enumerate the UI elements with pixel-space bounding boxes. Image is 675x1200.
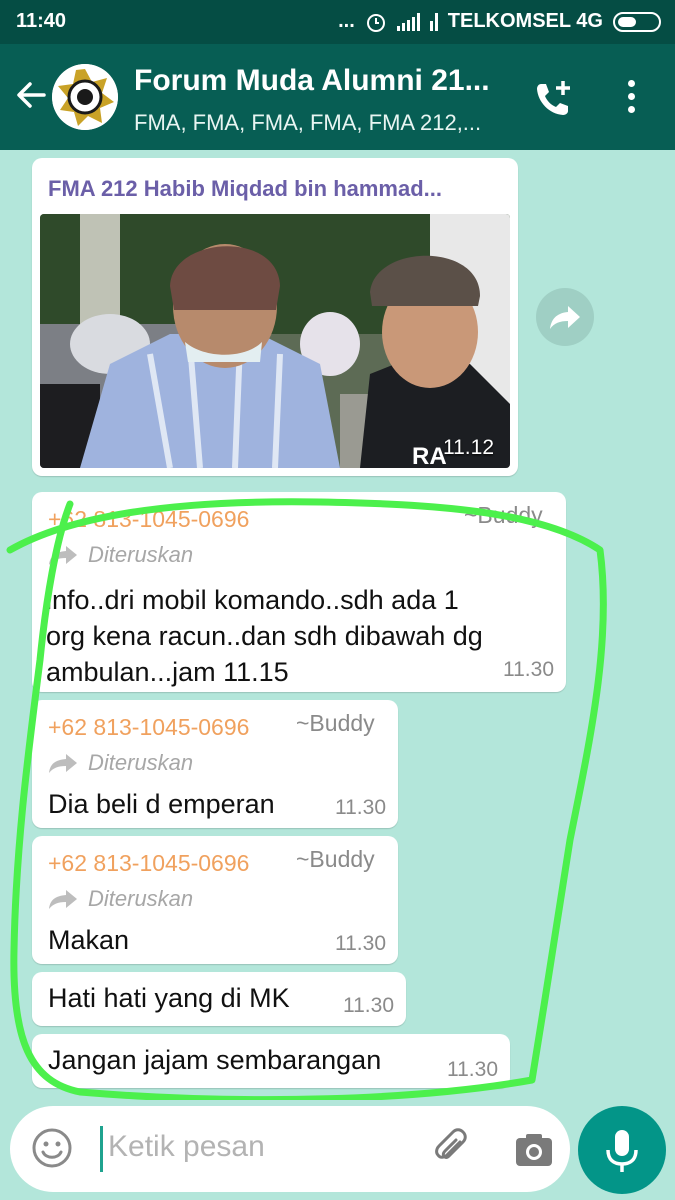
message-bubble-3[interactable]: +62 813-1045-0696 ~Buddy Diteruskan Maka… — [32, 836, 398, 964]
sender-phone[interactable]: +62 813-1045-0696 — [48, 506, 249, 533]
message-text: Dia beli d emperan — [48, 789, 275, 819]
battery-icon — [613, 11, 661, 32]
message-text: Hati hati yang di MK — [48, 983, 290, 1013]
message-input[interactable]: Ketik pesan — [108, 1130, 265, 1164]
share-forward-icon — [550, 306, 580, 329]
message-time: 11.30 — [335, 932, 386, 955]
chat-area: FMA 212 Habib Miqdad bin hammad... RA 11… — [0, 150, 675, 1100]
alarm-icon — [366, 13, 385, 32]
group-avatar[interactable] — [52, 64, 118, 130]
status-dots: ... — [338, 10, 355, 32]
carrier-label: TELKOMSEL 4G — [447, 10, 603, 32]
emoji-icon[interactable] — [30, 1126, 74, 1170]
message-composer: Ketik pesan — [10, 1106, 570, 1192]
photo-time: 11.12 — [443, 436, 494, 459]
signal2-icon — [429, 12, 438, 31]
sender-alias: ~Buddy — [464, 502, 543, 528]
message-time: 11.30 — [503, 658, 554, 681]
photo-caption: FMA 212 Habib Miqdad bin hammad... — [48, 176, 443, 201]
message-bubble-5[interactable]: Jangan jajam sembarangan 11.30 — [32, 1034, 510, 1088]
more-vert-icon[interactable] — [620, 80, 642, 118]
status-right: ... TELKOMSEL 4G — [338, 10, 661, 33]
forwarded-text: Diteruskan — [88, 750, 194, 775]
text-caret — [100, 1126, 103, 1172]
message-bubble-2[interactable]: +62 813-1045-0696 ~Buddy Diteruskan Dia … — [32, 700, 398, 828]
back-arrow-icon[interactable] — [14, 78, 48, 112]
forward-icon — [49, 754, 77, 773]
photo-image[interactable]: RA 11.12 — [40, 214, 510, 468]
message-bubble-1[interactable]: +62 813-1045-0696 ~Buddy Diteruskan info… — [32, 492, 566, 692]
message-line-2: org kena racun..dan sdh dibawah dg — [46, 621, 483, 651]
chat-participants[interactable]: FMA, FMA, FMA, FMA, FMA 212,... — [134, 110, 481, 136]
attach-icon[interactable] — [430, 1126, 474, 1170]
mic-icon — [606, 1130, 638, 1172]
chat-header: Forum Muda Alumni 21... FMA, FMA, FMA, F… — [0, 44, 675, 150]
forward-icon — [49, 546, 77, 565]
message-text: Makan — [48, 925, 130, 955]
message-text: Jangan jajam sembarangan — [48, 1045, 382, 1075]
photo-message[interactable]: FMA 212 Habib Miqdad bin hammad... RA 11… — [32, 158, 518, 476]
camera-icon[interactable] — [512, 1128, 556, 1172]
status-bar: 11:40 ... TELKOMSEL 4G — [0, 0, 675, 44]
message-time: 11.30 — [335, 796, 386, 819]
sender-alias: ~Buddy — [296, 846, 375, 872]
sender-phone[interactable]: +62 813-1045-0696 — [48, 850, 249, 877]
share-forward-button[interactable] — [536, 288, 594, 346]
signal-icon — [396, 12, 420, 31]
message-time: 11.30 — [447, 1058, 498, 1081]
message-line-1: info..dri mobil komando..sdh ada 1 — [46, 585, 459, 615]
message-bubble-4[interactable]: Hati hati yang di MK 11.30 — [32, 972, 406, 1026]
sender-alias: ~Buddy — [296, 710, 375, 736]
status-time: 11:40 — [16, 10, 67, 32]
chat-title[interactable]: Forum Muda Alumni 21... — [134, 64, 490, 98]
forwarded-label: Diteruskan — [48, 750, 193, 776]
mic-button[interactable] — [578, 1106, 666, 1194]
forward-icon — [49, 890, 77, 909]
forwarded-label: Diteruskan — [48, 542, 193, 568]
message-time: 11.30 — [343, 994, 394, 1017]
sender-phone[interactable]: +62 813-1045-0696 — [48, 714, 249, 741]
message-text: info..dri mobil komando..sdh ada 1 org k… — [46, 582, 483, 690]
forwarded-label: Diteruskan — [48, 886, 193, 912]
forwarded-text: Diteruskan — [88, 542, 194, 567]
svg-text:RA: RA — [412, 443, 447, 468]
forwarded-text: Diteruskan — [88, 886, 194, 911]
group-logo — [52, 64, 118, 130]
photo-content: RA — [40, 214, 510, 468]
add-call-icon[interactable] — [532, 78, 574, 120]
message-line-3: ambulan...jam 11.15 — [46, 657, 289, 687]
